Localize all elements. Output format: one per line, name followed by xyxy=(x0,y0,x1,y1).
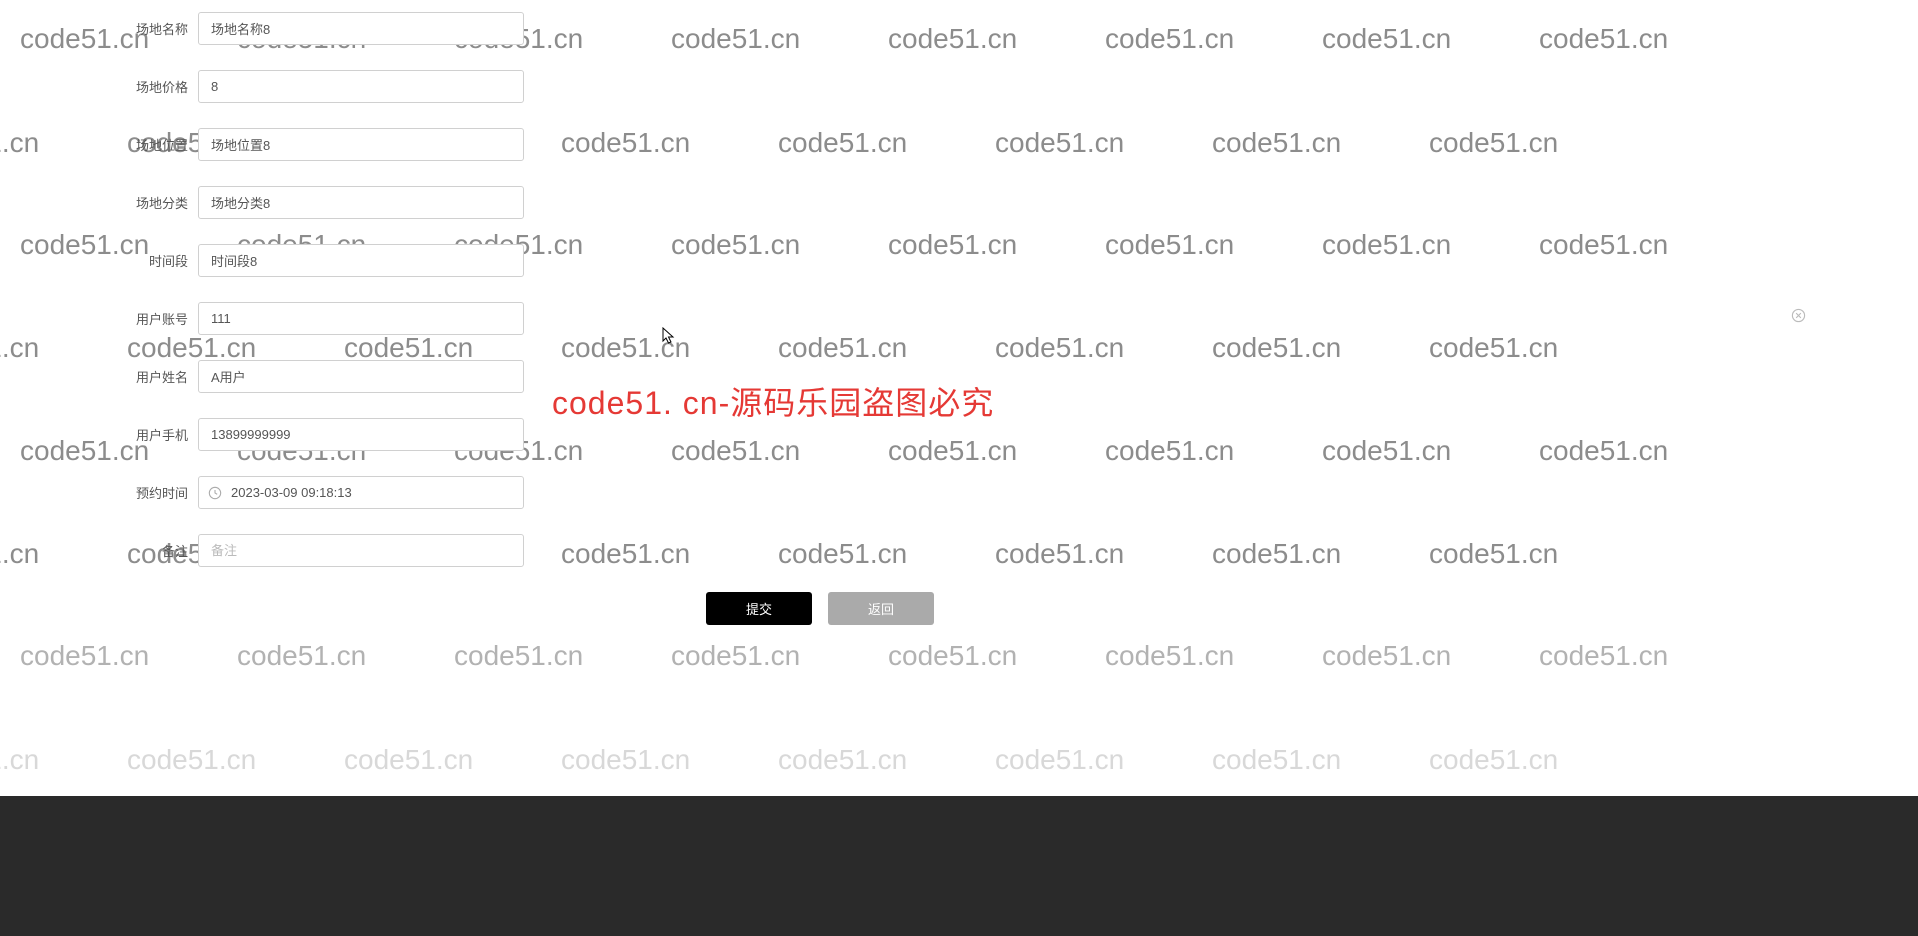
label-remark: 备注 xyxy=(0,541,198,560)
watermark-text: code51.cn xyxy=(1539,640,1668,672)
row-venue-name: 场地名称 xyxy=(0,12,1918,45)
row-remark: 备注 xyxy=(0,534,1918,567)
watermark-text: code51.cn xyxy=(237,640,366,672)
submit-button[interactable]: 提交 xyxy=(706,592,812,625)
watermark-text: code51.cn xyxy=(671,640,800,672)
form-container: 场地名称 场地价格 场地位置 场地分类 时间段 用户账号 用户姓名 用户手机 预… xyxy=(0,0,1918,625)
watermark-text: code51.cn xyxy=(1322,640,1451,672)
input-user-phone[interactable] xyxy=(198,418,524,451)
input-venue-location[interactable] xyxy=(198,128,524,161)
clock-icon xyxy=(208,486,222,500)
input-remark[interactable] xyxy=(198,534,524,567)
watermark-text: code51.cn xyxy=(344,744,473,776)
watermark-text: code51.cn xyxy=(1429,744,1558,776)
label-user-name: 用户姓名 xyxy=(0,367,198,386)
row-venue-location: 场地位置 xyxy=(0,128,1918,161)
watermark-text: code51.cn xyxy=(778,744,907,776)
watermark-text: code51.cn xyxy=(1105,640,1234,672)
label-reserve-time: 预约时间 xyxy=(0,483,198,502)
watermark-text: code51.cn xyxy=(1212,744,1341,776)
label-user-phone: 用户手机 xyxy=(0,425,198,444)
label-user-account: 用户账号 xyxy=(0,309,198,328)
label-venue-name: 场地名称 xyxy=(0,19,198,38)
page-footer xyxy=(0,796,1918,936)
input-time-slot[interactable] xyxy=(198,244,524,277)
button-row: 提交 返回 xyxy=(0,592,1640,625)
watermark-text: code51.cn xyxy=(995,744,1124,776)
row-user-name: 用户姓名 xyxy=(0,360,1918,393)
label-venue-price: 场地价格 xyxy=(0,77,198,96)
watermark-text: code51.cn xyxy=(20,640,149,672)
row-venue-price: 场地价格 xyxy=(0,70,1918,103)
row-user-phone: 用户手机 xyxy=(0,418,1918,451)
row-time-slot: 时间段 xyxy=(0,244,1918,277)
watermark-text: code51.cn xyxy=(888,640,1017,672)
watermark-text: code51.cn xyxy=(454,640,583,672)
label-venue-category: 场地分类 xyxy=(0,193,198,212)
input-venue-category[interactable] xyxy=(198,186,524,219)
watermark-text: code51.cn xyxy=(0,744,39,776)
input-reserve-time[interactable] xyxy=(198,476,524,509)
label-venue-location: 场地位置 xyxy=(0,135,198,154)
input-user-name[interactable] xyxy=(198,360,524,393)
row-venue-category: 场地分类 xyxy=(0,186,1918,219)
watermark-text: code51.cn xyxy=(561,744,690,776)
label-time-slot: 时间段 xyxy=(0,251,198,270)
input-venue-name[interactable] xyxy=(198,12,524,45)
row-user-account: 用户账号 xyxy=(0,302,1918,335)
watermark-text: code51.cn xyxy=(127,744,256,776)
input-venue-price[interactable] xyxy=(198,70,524,103)
input-user-account[interactable] xyxy=(198,302,524,335)
row-reserve-time: 预约时间 xyxy=(0,476,1918,509)
back-button[interactable]: 返回 xyxy=(828,592,934,625)
